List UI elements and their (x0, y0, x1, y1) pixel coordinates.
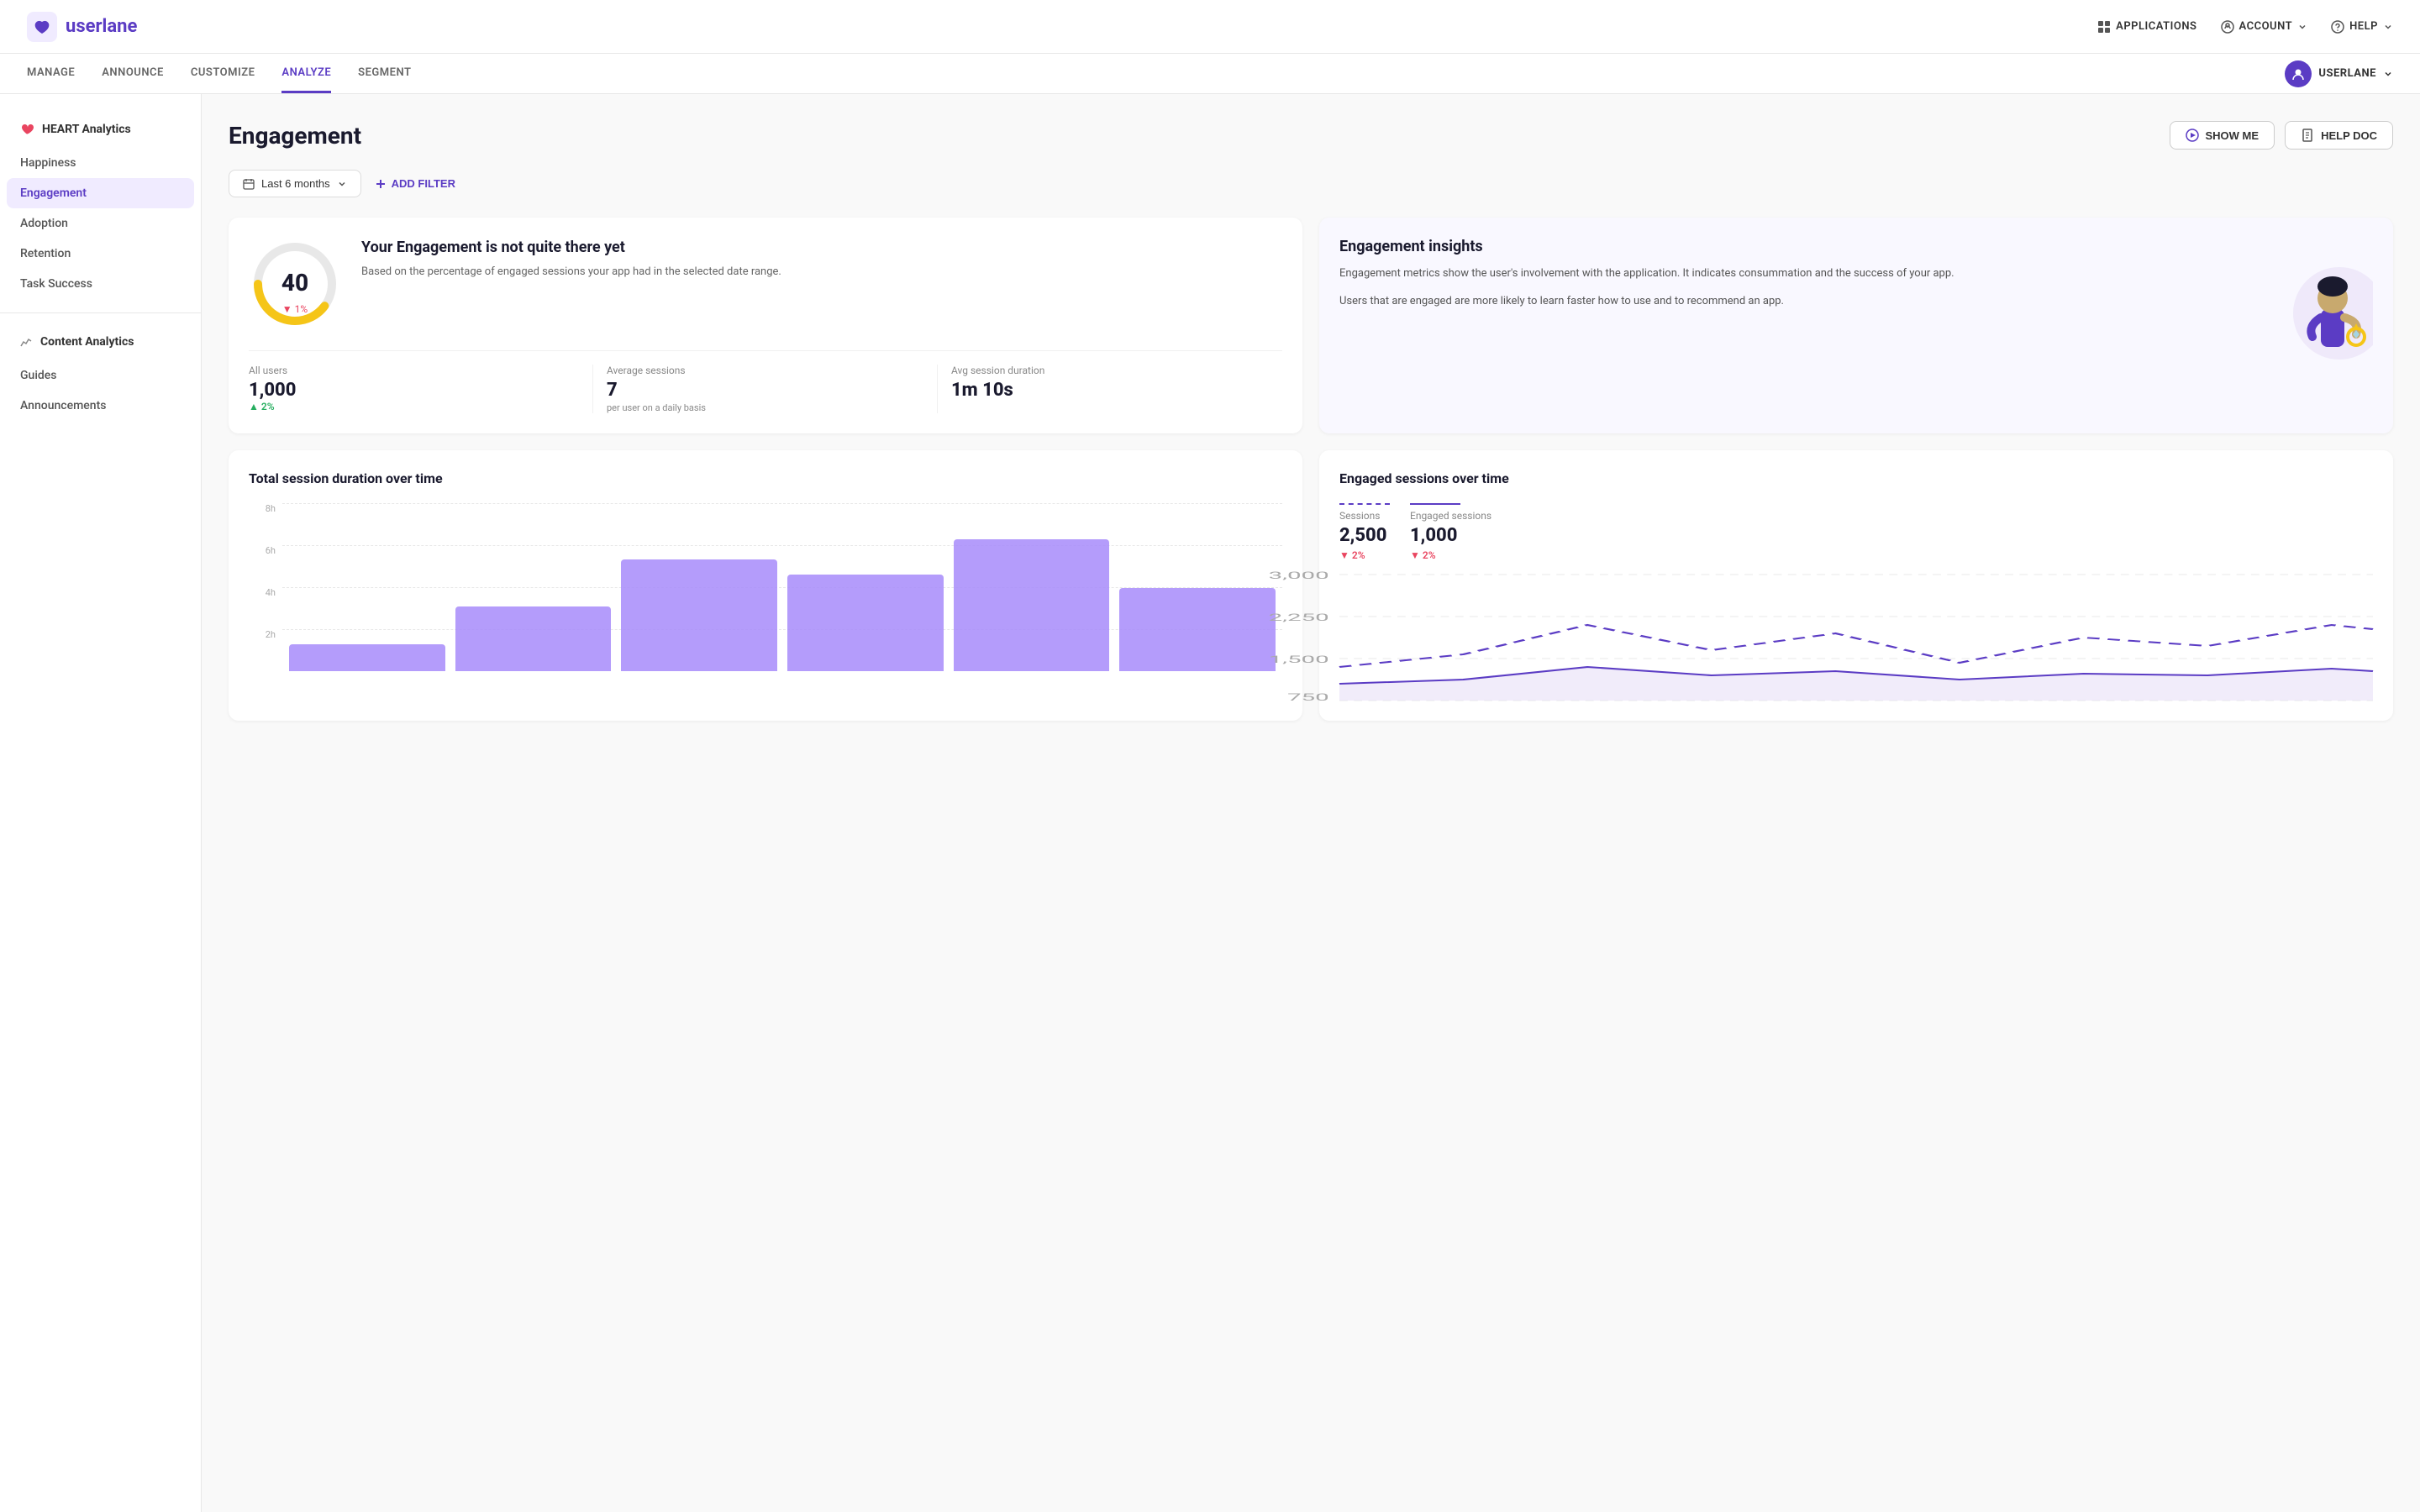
gauge-delta: ▼ 1% (282, 303, 308, 315)
svg-text:3,000: 3,000 (1269, 570, 1329, 581)
score-card: 40 ▼ 1% Your Engagement is not quite the… (229, 218, 1302, 433)
user-badge[interactable]: USERLANE (2285, 60, 2393, 87)
y-label-4h: 4h (249, 587, 282, 598)
insights-card: Engagement insights Engagement metrics s… (1319, 218, 2393, 433)
page-header: Engagement SHOW ME HELP DOC (229, 121, 2393, 150)
insights-illustration (2272, 238, 2373, 375)
doc-icon (2301, 129, 2314, 142)
svg-text:1,500: 1,500 (1269, 654, 1329, 665)
top-nav-right: APPLICATIONS ACCOUNT HELP (2097, 20, 2393, 34)
second-nav-links: MANAGE ANNOUNCE CUSTOMIZE ANALYZE SEGMEN… (27, 55, 412, 93)
line-chart-title: Engaged sessions over time (1339, 470, 2373, 486)
score-description: Based on the percentage of engaged sessi… (361, 264, 781, 281)
y-label-6h: 6h (249, 545, 282, 556)
sidebar-item-task-success[interactable]: Task Success (0, 269, 201, 299)
heart-icon (20, 123, 34, 136)
insights-title: Engagement insights (1339, 238, 2259, 255)
svg-text:2,250: 2,250 (1269, 612, 1329, 623)
insights-para1: Engagement metrics show the user's invol… (1339, 265, 2259, 283)
bar-4 (787, 575, 944, 671)
nav-announce[interactable]: ANNOUNCE (102, 55, 164, 93)
line-chart-svg: 3,000 2,250 1,500 750 (1339, 575, 2373, 701)
nav-analyze[interactable]: ANALYZE (281, 55, 331, 93)
sidebar-item-announcements[interactable]: Announcements (0, 391, 201, 421)
main-content: Engagement SHOW ME HELP DOC Last 6 month… (202, 94, 2420, 1512)
bar-2 (455, 606, 612, 671)
score-card-text: Your Engagement is not quite there yet B… (361, 238, 781, 281)
bar-1 (289, 644, 445, 671)
y-label-2h: 2h (249, 629, 282, 640)
gauge-number: 40 (281, 269, 308, 297)
metric-avg-sessions: Average sessions 7 per user on a daily b… (593, 365, 938, 413)
sidebar-item-retention[interactable]: Retention (0, 239, 201, 269)
metric-avg-duration: Avg session duration 1m 10s (938, 365, 1282, 413)
nav-manage[interactable]: MANAGE (27, 55, 75, 93)
account-nav[interactable]: ACCOUNT (2221, 20, 2308, 34)
y-label-8h: 8h (249, 503, 282, 514)
user-avatar (2285, 60, 2312, 87)
sidebar-content-header: Content Analytics (0, 327, 201, 357)
nav-customize[interactable]: CUSTOMIZE (191, 55, 255, 93)
chart-icon (20, 336, 32, 348)
nav-segment[interactable]: SEGMENT (358, 55, 411, 93)
line-chart-legend: Sessions 2,500 ▼ 2% Engaged sessions 1,0… (1339, 503, 2373, 561)
page-title: Engagement (229, 122, 361, 150)
help-nav[interactable]: HELP (2331, 20, 2393, 34)
page-header-actions: SHOW ME HELP DOC (2170, 121, 2394, 150)
top-nav: userlane APPLICATIONS ACCOUNT HELP (0, 0, 2420, 54)
score-headline: Your Engagement is not quite there yet (361, 238, 781, 257)
chevron-down-small-icon (337, 179, 347, 189)
sidebar-item-adoption[interactable]: Adoption (0, 208, 201, 239)
score-metrics: All users 1,000 ▲ 2% Average sessions 7 … (249, 350, 1282, 413)
second-nav: MANAGE ANNOUNCE CUSTOMIZE ANALYZE SEGMEN… (0, 54, 2420, 94)
gauge-container: 40 ▼ 1% (249, 238, 341, 330)
bars-container (282, 520, 1282, 671)
sidebar-divider (0, 312, 201, 313)
main-layout: HEART Analytics Happiness Engagement Ado… (0, 94, 2420, 1512)
charts-row: Total session duration over time 8h 6h 4… (229, 450, 2393, 721)
insights-text: Engagement insights Engagement metrics s… (1339, 238, 2259, 321)
bar-chart-y-labels: 8h 6h 4h 2h (249, 503, 282, 671)
logo[interactable]: userlane (27, 12, 137, 42)
legend-sessions: Sessions 2,500 ▼ 2% (1339, 503, 1390, 561)
line-chart-card: Engaged sessions over time Sessions 2,50… (1319, 450, 2393, 721)
bar-chart: 8h 6h 4h 2h (249, 503, 1282, 671)
line-chart-area: 3,000 2,250 1,500 750 (1339, 575, 2373, 701)
cards-row: 40 ▼ 1% Your Engagement is not quite the… (229, 218, 2393, 433)
sidebar-heart-header: HEART Analytics (0, 114, 201, 144)
calendar-icon (243, 178, 255, 190)
applications-nav[interactable]: APPLICATIONS (2097, 20, 2196, 34)
sidebar-item-guides[interactable]: Guides (0, 360, 201, 391)
help-doc-button[interactable]: HELP DOC (2285, 121, 2393, 150)
bar-6 (1119, 588, 1276, 671)
bar-3 (621, 559, 777, 671)
plus-icon (375, 178, 387, 190)
svg-text:750: 750 (1287, 691, 1329, 703)
show-me-button[interactable]: SHOW ME (2170, 121, 2275, 150)
play-icon (2186, 129, 2199, 142)
score-card-top: 40 ▼ 1% Your Engagement is not quite the… (249, 238, 1282, 330)
insights-para2: Users that are engaged are more likely t… (1339, 293, 2259, 311)
add-filter-button[interactable]: ADD FILTER (375, 177, 455, 190)
bar-chart-card: Total session duration over time 8h 6h 4… (229, 450, 1302, 721)
engaged-sessions-solid-line (1410, 503, 1460, 505)
chevron-down-icon (2383, 69, 2393, 79)
legend-engaged-sessions: Engaged sessions 1,000 ▼ 2% (1410, 503, 1491, 561)
filter-row: Last 6 months ADD FILTER (229, 170, 2393, 197)
bar-5 (954, 539, 1110, 671)
bar-chart-title: Total session duration over time (249, 470, 1282, 486)
sidebar: HEART Analytics Happiness Engagement Ado… (0, 94, 202, 1512)
metric-all-users: All users 1,000 ▲ 2% (249, 365, 593, 413)
sessions-dashed-line (1339, 503, 1390, 505)
date-filter-button[interactable]: Last 6 months (229, 170, 361, 197)
sidebar-item-engagement[interactable]: Engagement (7, 178, 194, 208)
sidebar-item-happiness[interactable]: Happiness (0, 148, 201, 178)
